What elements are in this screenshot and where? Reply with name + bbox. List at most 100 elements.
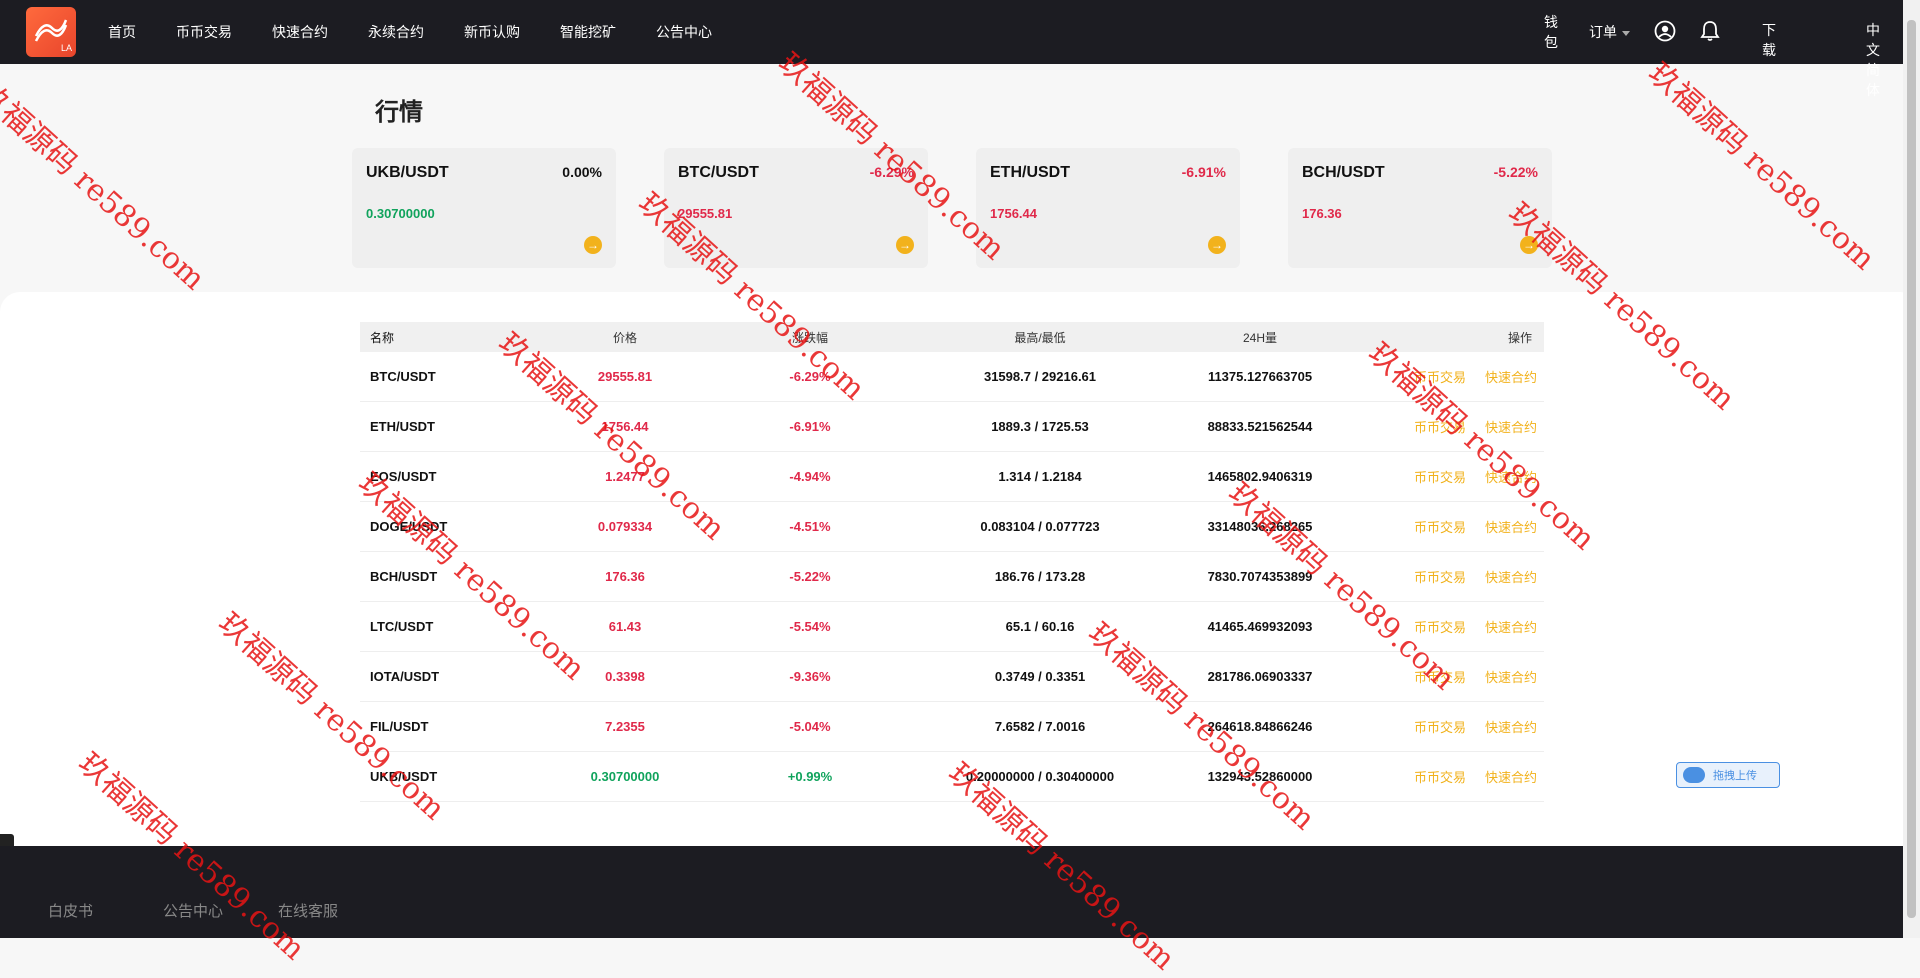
cloud-upload-icon: [1683, 767, 1705, 783]
quick-contract-link[interactable]: 快速合约: [1476, 552, 1546, 601]
spot-trade-link[interactable]: 币币交易: [1400, 402, 1480, 451]
table-row[interactable]: FIL/USDT 7.2355 -5.04% 7.6582 / 7.0016 2…: [360, 702, 1544, 752]
ticker-price: 0.30700000: [366, 206, 435, 221]
table-row[interactable]: IOTA/USDT 0.3398 -9.36% 0.3749 / 0.3351 …: [360, 652, 1544, 702]
orders-label: 订单: [1589, 24, 1617, 40]
ticker-card-ukb[interactable]: UKB/USDT 0.00% 0.30700000 →: [352, 148, 616, 268]
ticker-change: -5.22%: [1493, 164, 1538, 180]
table-row[interactable]: UKB/USDT 0.30700000 +0.99% 0.20000000 / …: [360, 752, 1544, 802]
ticker-pair: UKB/USDT: [366, 164, 449, 181]
row-change: -6.29%: [789, 369, 831, 384]
bell-icon[interactable]: [1700, 20, 1720, 42]
table-row[interactable]: BCH/USDT 176.36 -5.22% 186.76 / 173.28 7…: [360, 552, 1544, 602]
row-price: 176.36: [605, 569, 645, 584]
spot-trade-link[interactable]: 币币交易: [1400, 602, 1480, 651]
quick-contract-link[interactable]: 快速合约: [1476, 352, 1546, 401]
page-title: 行情: [375, 99, 423, 126]
quick-contract-link[interactable]: 快速合约: [1476, 402, 1546, 451]
header-change: 涨跌幅: [791, 330, 828, 345]
table-row[interactable]: DOGE/USDT 0.079334 -4.51% 0.083104 / 0.0…: [360, 502, 1544, 552]
ticker-card-bch[interactable]: BCH/USDT -5.22% 176.36 →: [1288, 148, 1552, 268]
ticker-price: 29555.81: [678, 206, 733, 221]
row-price: 0.079334: [597, 519, 653, 534]
row-pair: UKB/USDT: [370, 769, 438, 784]
row-price: 1.2477: [605, 469, 645, 484]
nav-new-coin-subscription[interactable]: 新币认购: [464, 22, 520, 42]
row-volume: 264618.84866246: [1207, 719, 1313, 734]
row-volume: 11375.127663705: [1207, 369, 1313, 384]
ticker-price: 1756.44: [990, 206, 1037, 221]
row-change: -9.36%: [789, 669, 831, 684]
row-change: -5.22%: [789, 569, 831, 584]
row-volume: 33148036.268265: [1207, 519, 1313, 534]
spot-trade-link[interactable]: 币币交易: [1400, 702, 1480, 751]
page-scrollbar[interactable]: [1903, 0, 1920, 938]
ticker-change: 0.00%: [562, 164, 602, 180]
chevron-down-icon: [1622, 30, 1630, 36]
user-icon[interactable]: [1654, 20, 1676, 42]
nav-smart-mining[interactable]: 智能挖矿: [560, 22, 616, 42]
header-high-low: 最高/最低: [1014, 330, 1066, 345]
language-selector[interactable]: 中文简体: [1866, 20, 1880, 100]
row-high-low: 0.083104 / 0.077723: [980, 519, 1100, 534]
table-row[interactable]: ETH/USDT 1756.44 -6.91% 1889.3 / 1725.53…: [360, 402, 1544, 452]
row-pair: EOS/USDT: [370, 469, 437, 484]
row-price: 1756.44: [601, 419, 649, 434]
top-navbar: LA 首页 币币交易 快速合约 永续合约 新币认购 智能挖矿 公告中心 钱包 订…: [0, 0, 1920, 98]
arrow-right-icon[interactable]: →: [584, 236, 602, 254]
spot-trade-link[interactable]: 币币交易: [1400, 752, 1480, 801]
scrollbar-thumb[interactable]: [1907, 20, 1916, 918]
logo-waves-icon: [34, 19, 68, 42]
footer-whitepaper-link[interactable]: 白皮书: [48, 900, 93, 921]
row-price: 7.2355: [605, 719, 645, 734]
spot-trade-link[interactable]: 币币交易: [1400, 552, 1480, 601]
spot-trade-link[interactable]: 币币交易: [1400, 352, 1480, 401]
table-row[interactable]: EOS/USDT 1.2477 -4.94% 1.314 / 1.2184 14…: [360, 452, 1544, 502]
quick-contract-link[interactable]: 快速合约: [1476, 752, 1546, 801]
market-table: 名称 价格 涨跌幅 最高/最低 24H量 操作 BTC/USDT 29555.8…: [360, 322, 1544, 802]
row-pair: DOGE/USDT: [370, 519, 448, 534]
ticker-change: -6.29%: [869, 164, 914, 180]
quick-contract-link[interactable]: 快速合约: [1476, 502, 1546, 551]
brand-logo[interactable]: LA: [26, 7, 76, 57]
table-row[interactable]: BTC/USDT 29555.81 -6.29% 31598.7 / 29216…: [360, 352, 1544, 402]
footer-support-link[interactable]: 在线客服: [278, 900, 338, 921]
footer-announcements-link[interactable]: 公告中心: [163, 900, 223, 921]
main-nav: 首页 币币交易 快速合约 永续合约 新币认购 智能挖矿 公告中心: [108, 0, 752, 64]
row-pair: BCH/USDT: [370, 569, 438, 584]
header-action: 操作: [1507, 330, 1532, 345]
spot-trade-link[interactable]: 币币交易: [1400, 502, 1480, 551]
row-price: 0.30700000: [590, 769, 660, 784]
arrow-right-icon[interactable]: →: [896, 236, 914, 254]
row-high-low: 31598.7 / 29216.61: [983, 369, 1097, 384]
row-volume: 7830.7074353899: [1207, 569, 1313, 584]
row-high-low: 0.20000000 / 0.30400000: [965, 769, 1115, 784]
watermark: 玖福源码 re589.com: [0, 75, 212, 298]
table-row[interactable]: LTC/USDT 61.43 -5.54% 65.1 / 60.16 41465…: [360, 602, 1544, 652]
ticker-card-btc[interactable]: BTC/USDT -6.29% 29555.81 →: [664, 148, 928, 268]
drag-upload-button[interactable]: 拖拽上传: [1676, 762, 1780, 788]
ticker-card-eth[interactable]: ETH/USDT -6.91% 1756.44 →: [976, 148, 1240, 268]
download-link[interactable]: 下载: [1762, 20, 1776, 60]
spot-trade-link[interactable]: 币币交易: [1400, 452, 1480, 501]
arrow-right-icon[interactable]: →: [1208, 236, 1226, 254]
quick-contract-link[interactable]: 快速合约: [1476, 452, 1546, 501]
ticker-pair: BTC/USDT: [678, 164, 759, 181]
nav-perpetual-contract[interactable]: 永续合约: [368, 22, 424, 42]
orders-dropdown[interactable]: 订单: [1589, 22, 1630, 42]
row-pair: ETH/USDT: [370, 419, 435, 434]
row-high-low: 7.6582 / 7.0016: [994, 719, 1086, 734]
quick-contract-link[interactable]: 快速合约: [1476, 602, 1546, 651]
wallet-link[interactable]: 钱包: [1544, 12, 1558, 52]
nav-quick-contract[interactable]: 快速合约: [272, 22, 328, 42]
arrow-right-icon[interactable]: →: [1520, 236, 1538, 254]
quick-contract-link[interactable]: 快速合约: [1476, 652, 1546, 701]
nav-spot-trading[interactable]: 币币交易: [176, 22, 232, 42]
row-high-low: 186.76 / 173.28: [994, 569, 1086, 584]
row-volume: 41465.469932093: [1207, 619, 1313, 634]
nav-announcements[interactable]: 公告中心: [656, 22, 712, 42]
nav-home[interactable]: 首页: [108, 22, 136, 42]
row-change: -4.94%: [789, 469, 831, 484]
spot-trade-link[interactable]: 币币交易: [1400, 652, 1480, 701]
quick-contract-link[interactable]: 快速合约: [1476, 702, 1546, 751]
